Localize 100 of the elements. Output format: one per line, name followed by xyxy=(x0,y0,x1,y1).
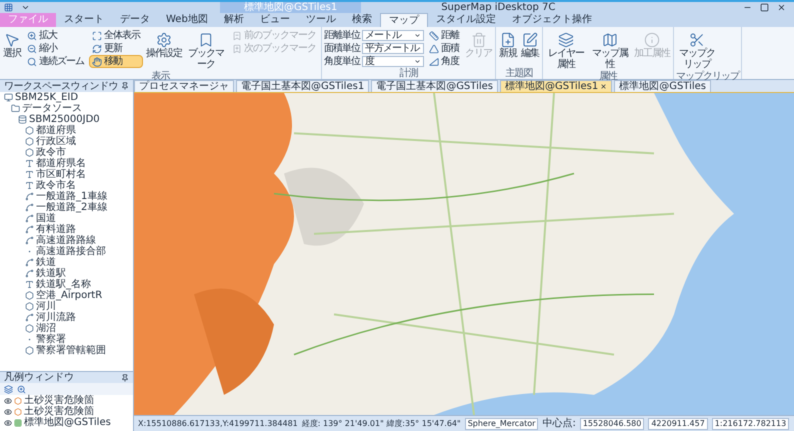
legend-layer[interactable]: 標準地図@GSTiles xyxy=(24,417,111,428)
tree-item[interactable]: 河川 xyxy=(36,301,56,312)
menu-tab[interactable]: オブジェクト操作 xyxy=(504,13,600,27)
ruler-icon xyxy=(429,30,439,40)
document-tab[interactable]: 電子国土基本図@GSTiles1 xyxy=(236,80,370,92)
ribbon-button[interactable]: 操作設定 xyxy=(145,29,183,60)
ribbon-button[interactable]: 面積 xyxy=(426,42,462,55)
tree-item[interactable]: SBM25K_EID xyxy=(15,92,78,103)
magnifier-icon[interactable] xyxy=(17,384,26,394)
document-tab[interactable]: プロセスマネージャ xyxy=(134,80,234,92)
tree-item[interactable]: 政令市 xyxy=(36,147,66,158)
group-label: 属性 xyxy=(598,71,618,82)
trash-icon xyxy=(470,32,486,48)
ribbon-button[interactable]: 距離 xyxy=(426,29,462,42)
tree-item[interactable]: 警察署管轄範囲 xyxy=(36,345,106,356)
tree-item[interactable]: 警察署 xyxy=(36,334,66,345)
ribbon-button[interactable]: 移動 xyxy=(89,55,143,68)
tree-item[interactable]: 湖沼 xyxy=(36,323,56,334)
ribbon-button[interactable]: 連続ズーム xyxy=(24,55,87,68)
quick-access-caret-icon[interactable] xyxy=(21,3,30,12)
document-tab[interactable]: 標準地図@GSTiles1 xyxy=(500,80,612,92)
tree-item[interactable]: 一般道路_1車線 xyxy=(36,191,108,202)
workspace-icon xyxy=(4,93,13,102)
polygon-icon xyxy=(25,302,34,311)
tree-item[interactable]: 高速道路接合部 xyxy=(36,246,106,257)
info-icon xyxy=(644,32,660,48)
polygon-icon xyxy=(25,126,34,135)
text-icon xyxy=(25,181,34,190)
ribbon-button[interactable]: 全体表示 xyxy=(89,29,143,42)
line-icon xyxy=(25,269,34,278)
ribbon-button[interactable]: 選択 xyxy=(2,29,22,60)
group-label: 表示 xyxy=(152,71,171,82)
tree-item[interactable]: 鉄道 xyxy=(36,257,56,268)
tree-item[interactable]: 一般道路_2車線 xyxy=(36,202,108,213)
tree-item[interactable]: 鉄道駅_名称 xyxy=(36,279,91,290)
tree-item[interactable]: 鉄道駅 xyxy=(36,268,66,279)
tree-item[interactable]: SBM25000JD0 xyxy=(29,114,100,125)
tree-item[interactable]: 行政区域 xyxy=(36,136,76,147)
tree-item[interactable]: 都道府県 xyxy=(36,125,76,136)
database-icon xyxy=(18,115,27,124)
close-icon[interactable] xyxy=(777,3,786,12)
layers-icon xyxy=(558,32,574,48)
legend-layer[interactable]: 土砂災害危険箇 xyxy=(24,395,94,406)
menu-tab[interactable]: ツール xyxy=(298,13,344,27)
ribbon-button[interactable]: 拡大 xyxy=(24,29,87,42)
tree-item[interactable]: 高速道路路線 xyxy=(36,235,96,246)
tree-item[interactable]: 有料道路 xyxy=(36,224,76,235)
ribbon-button[interactable]: 角度 xyxy=(426,55,462,68)
ribbon-button[interactable]: 新規 xyxy=(498,29,518,60)
tree-item[interactable]: 空港_AirportR xyxy=(36,290,102,301)
ribbon-button[interactable]: 編集 xyxy=(520,29,540,60)
pen-icon xyxy=(522,32,538,48)
eye-icon[interactable] xyxy=(4,396,12,404)
polygon-icon xyxy=(25,324,34,333)
ribbon-button[interactable]: レイヤー属性 xyxy=(545,29,587,71)
eye-icon[interactable] xyxy=(4,418,12,426)
bookmark-icon xyxy=(232,44,242,54)
menu-tab[interactable]: スタート xyxy=(56,13,112,27)
legend-layer[interactable]: 土砂災害危険箇 xyxy=(24,406,94,417)
polygon-icon xyxy=(25,346,34,355)
menu-tab[interactable]: スタイル設定 xyxy=(428,13,504,27)
close-icon[interactable] xyxy=(600,83,608,90)
unit-dropdown[interactable]: メートル xyxy=(362,30,424,41)
unit-dropdown[interactable]: 平方メートル xyxy=(362,43,424,54)
menu-tab[interactable]: ビュー xyxy=(252,13,298,27)
ribbon-button[interactable]: マップ属性 xyxy=(589,29,631,71)
center-y-field[interactable]: 4220911.457 xyxy=(648,418,708,430)
ribbon-button[interactable]: マップクリップ xyxy=(676,29,718,71)
menu-tab[interactable]: 解析 xyxy=(216,13,252,27)
document-tab[interactable]: 標準地図@GSTiles xyxy=(614,80,712,92)
map-icon xyxy=(602,32,618,48)
bookmark-icon xyxy=(232,30,242,40)
coordinate-readout: X:15510886.617133,Y:4199711.384481 xyxy=(138,418,298,428)
pin-icon[interactable] xyxy=(121,82,129,90)
pin-icon[interactable] xyxy=(121,374,129,382)
tree-item[interactable]: 国道 xyxy=(36,213,56,224)
ribbon-button[interactable]: 更新 xyxy=(89,42,143,55)
ribbon-button[interactable]: ブックマーク xyxy=(185,29,227,71)
menu-tab[interactable]: マップ xyxy=(380,13,428,27)
unit-dropdown[interactable]: 度 xyxy=(362,56,424,67)
ribbon-button[interactable]: 縮小 xyxy=(24,42,87,55)
group-label: 主題図 xyxy=(504,68,534,79)
menu-tab[interactable]: 検索 xyxy=(344,13,380,27)
menu-tab[interactable]: データ xyxy=(112,13,158,27)
text-icon xyxy=(25,170,34,179)
panel-title: 凡例ウィンドウ xyxy=(4,372,74,383)
group-label: マップクリップ xyxy=(676,71,739,82)
tree-item[interactable]: 河川流路 xyxy=(36,312,76,323)
tree-item[interactable]: 政令市名 xyxy=(36,180,76,191)
scale-field[interactable]: 1:216172.782113 xyxy=(712,418,790,430)
center-x-field[interactable]: 15528046.580 xyxy=(580,418,644,430)
eye-icon[interactable] xyxy=(4,408,12,416)
document-tab[interactable]: 電子国土基本図@GSTiles xyxy=(371,80,498,92)
restore-icon[interactable] xyxy=(760,3,769,12)
layers-icon[interactable] xyxy=(4,384,13,394)
menu-tab[interactable]: Web地図 xyxy=(158,13,216,27)
tree-item[interactable]: データソース xyxy=(22,103,82,114)
tree-item[interactable]: 都道府県名 xyxy=(36,158,86,169)
tree-item[interactable]: 市区町村名 xyxy=(36,169,86,180)
unit-label: 角度単位 xyxy=(324,56,360,67)
